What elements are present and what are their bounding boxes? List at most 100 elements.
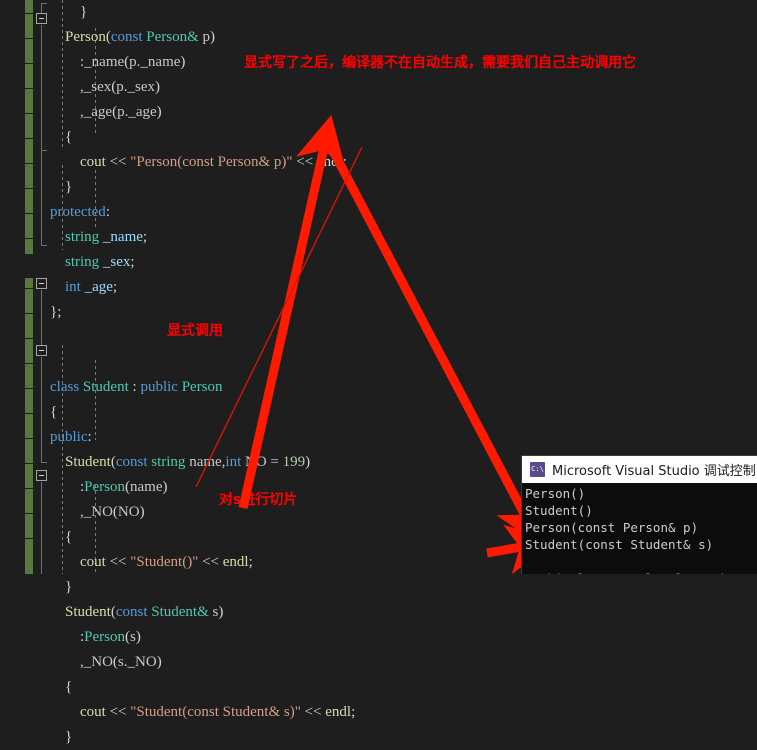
code-line[interactable]: protected: — [50, 200, 757, 225]
code-line[interactable]: string _sex; — [50, 250, 757, 275]
code-token: p._name — [129, 54, 181, 70]
collapse-toggle-person-copy-ctor[interactable] — [36, 13, 47, 24]
code-token: << — [292, 154, 317, 170]
code-token: Student — [82, 379, 129, 395]
red-annotation-text: 对s进行切片 — [219, 492, 298, 508]
code-token: } — [65, 579, 73, 595]
code-line[interactable]: Student(const Student& s) — [50, 600, 757, 625]
code-line[interactable]: :Person(s) — [50, 625, 757, 650]
code-line[interactable]: ,_sex(p._sex) — [50, 75, 757, 100]
collapse-toggle-student-ctor[interactable] — [36, 345, 47, 356]
code-token: s._NO — [117, 654, 157, 670]
collapse-toggle-student-copy-ctor[interactable] — [36, 470, 47, 481]
code-token: 199 — [282, 454, 306, 470]
code-token: NO — [117, 504, 140, 520]
console-output-line: Person(const Person& p) — [525, 520, 699, 535]
code-token: << — [105, 154, 131, 170]
code-token: ; — [112, 279, 118, 295]
change-indicator-bar — [25, 0, 33, 254]
code-token: "Student()" — [130, 554, 199, 570]
code-token: << — [105, 704, 131, 720]
code-token: ; — [248, 554, 253, 570]
code-token: Person — [84, 629, 126, 645]
console-output-line: E:\bit_lesson\cplusplus\Inher — [525, 570, 757, 574]
change-indicator-bar — [25, 278, 33, 574]
code-token: ; — [142, 229, 148, 245]
code-token: ) — [156, 654, 162, 670]
code-token: _age — [80, 279, 113, 295]
code-token: name — [130, 479, 163, 495]
code-line[interactable]: Person(const Person& p) — [50, 25, 757, 50]
code-token: _sex — [99, 254, 131, 270]
code-token: protected — [50, 204, 106, 220]
code-line[interactable]: string _name; — [50, 225, 757, 250]
code-token: cout — [80, 154, 106, 170]
code-line[interactable]: } — [50, 575, 757, 600]
code-token: p._age — [117, 104, 157, 120]
console-title-bar[interactable]: C:\ Microsoft Visual Studio 调试控制台 — [522, 456, 757, 483]
code-token: ) — [155, 79, 160, 95]
code-line[interactable] — [50, 325, 757, 350]
code-token: cout — [80, 554, 106, 570]
code-token: "Student(const Student& s)" — [130, 704, 301, 720]
code-token: Student — [65, 604, 111, 620]
code-line[interactable]: ,_NO(s._NO) — [50, 650, 757, 675]
code-token: ) — [305, 454, 311, 470]
code-token: : — [105, 204, 110, 220]
red-annotation-text: 显式调用 — [167, 323, 223, 339]
code-line[interactable]: class Student : public Person — [50, 375, 757, 400]
code-token: string — [65, 254, 100, 270]
code-token: << — [105, 554, 131, 570]
code-token: endl — [316, 154, 343, 170]
command-prompt-icon-label: C:\ — [531, 465, 544, 473]
code-line[interactable]: cout << "Person(const Person& p)" << end… — [50, 150, 757, 175]
code-token: cout — [80, 704, 106, 720]
code-token: ) — [135, 629, 141, 645]
console-title-text: Microsoft Visual Studio 调试控制台 — [552, 464, 757, 479]
console-output-line: Person() — [525, 486, 586, 501]
code-token: Person — [84, 479, 126, 495]
console-output-line: Student() — [525, 503, 593, 518]
code-token: ; — [351, 704, 356, 720]
code-token: s — [208, 604, 219, 620]
code-token: Person — [65, 29, 106, 45]
code-token: Student — [65, 454, 111, 470]
code-text[interactable]: } Person(const Person& p) :_name(p._name… — [50, 0, 757, 750]
code-token: const — [115, 604, 152, 620]
code-line[interactable]: } — [50, 0, 757, 25]
code-token: endl — [222, 554, 249, 570]
code-token: string — [65, 229, 100, 245]
code-line[interactable]: int _age; — [50, 275, 757, 300]
code-token: ; — [130, 254, 135, 270]
debug-console-window[interactable]: C:\ Microsoft Visual Studio 调试控制台 Person… — [521, 455, 757, 574]
code-line[interactable]: { — [50, 400, 757, 425]
code-token: _name — [99, 229, 143, 245]
code-token: "Person(const Person& p)" — [130, 154, 293, 170]
code-token: :_name — [80, 54, 125, 70]
console-output-line: Student(const Student& s) — [525, 537, 714, 552]
code-line[interactable]: } — [50, 725, 757, 750]
code-token: Person — [181, 379, 223, 395]
code-line[interactable]: cout << "Student(const Student& s)" << e… — [50, 700, 757, 725]
code-token: ) — [218, 604, 224, 620]
code-token: endl — [325, 704, 352, 720]
code-line[interactable]: { — [50, 125, 757, 150]
code-token: }; — [50, 304, 62, 320]
code-token: name, — [185, 454, 226, 470]
code-line[interactable]: { — [50, 675, 757, 700]
code-line[interactable]: }; — [50, 300, 757, 325]
collapse-toggle-class-student[interactable] — [36, 278, 47, 289]
code-token: ) — [156, 104, 162, 120]
code-token: } — [65, 729, 73, 745]
code-line[interactable] — [50, 350, 757, 375]
code-token: } — [80, 4, 88, 20]
code-line[interactable]: } — [50, 175, 757, 200]
code-line[interactable]: public: — [50, 425, 757, 450]
code-token: const — [115, 454, 152, 470]
code-token: NO = — [241, 454, 283, 470]
code-token: : — [128, 379, 141, 395]
code-token: int — [225, 454, 242, 470]
code-line[interactable]: ,_age(p._age) — [50, 100, 757, 125]
code-token: ) — [210, 29, 216, 45]
